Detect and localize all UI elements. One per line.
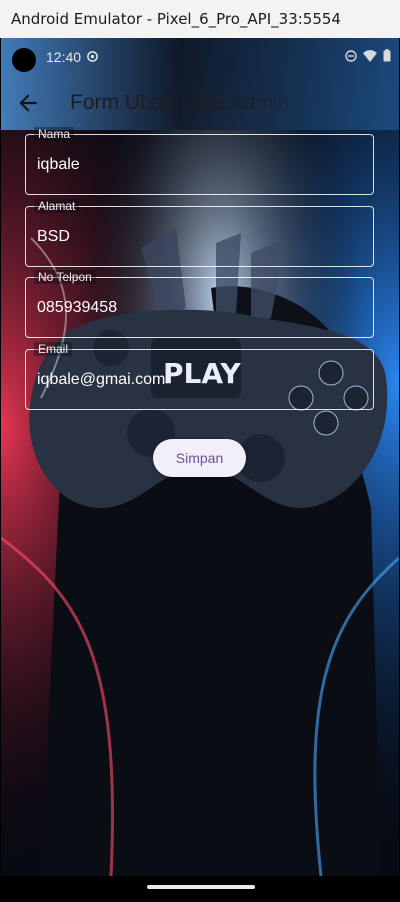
camera-cutout	[12, 48, 36, 72]
dnd-icon	[345, 49, 357, 62]
phone-field[interactable]: No Telpon	[25, 270, 374, 338]
app-bar: Form Ubah Data Admin	[1, 78, 399, 128]
phone-field-label: No Telpon	[34, 270, 96, 284]
battery-icon	[383, 49, 391, 62]
home-gesture-handle[interactable]	[147, 885, 255, 889]
wifi-icon	[363, 49, 377, 62]
address-field-label: Alamat	[34, 199, 80, 213]
emulator-window: Android Emulator - Pixel_6_Pro_API_33:55…	[0, 0, 400, 902]
status-icons	[345, 49, 391, 62]
window-title: Android Emulator - Pixel_6_Pro_API_33:55…	[0, 0, 400, 38]
back-arrow-icon[interactable]	[15, 90, 41, 116]
page-title: Form Ubah Data Admin	[70, 91, 290, 114]
device-screen: PLAY 12:40 Form Ubah Data Admin Nama iqb…	[1, 38, 399, 902]
settings-icon	[87, 51, 98, 62]
email-input[interactable]	[37, 371, 357, 389]
status-time: 12:40	[46, 49, 82, 65]
name-field-label: Nama	[34, 127, 75, 141]
address-field[interactable]: Alamat	[25, 199, 374, 267]
email-field[interactable]: Email	[25, 342, 374, 410]
address-input[interactable]	[37, 228, 357, 246]
save-button[interactable]: Simpan	[153, 439, 246, 477]
name-input[interactable]	[37, 156, 357, 174]
name-field[interactable]: Nama	[25, 127, 374, 195]
email-field-label: Email	[34, 342, 73, 356]
status-bar: 12:40	[1, 38, 399, 78]
navigation-bar	[1, 876, 399, 902]
phone-input[interactable]	[37, 299, 357, 317]
